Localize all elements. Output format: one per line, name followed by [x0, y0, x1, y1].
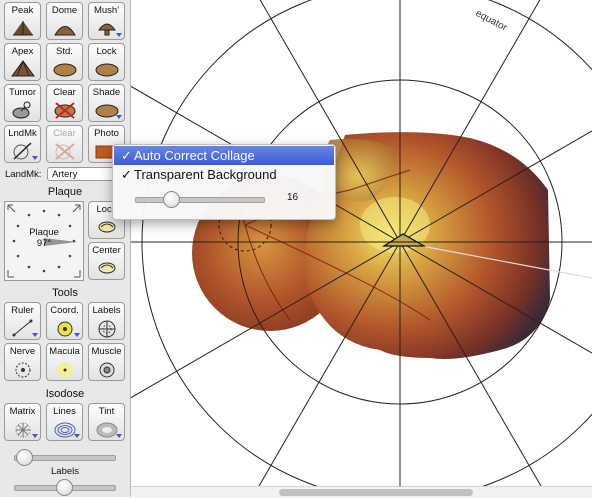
dropdown-triangle [32, 156, 38, 160]
shade-label: Shade [92, 87, 121, 98]
clear-landmark-label: Clear [53, 128, 76, 139]
tint-label: Tint [98, 406, 115, 417]
muscle-label: Muscle [91, 346, 122, 357]
tint-button[interactable]: Tint [88, 403, 125, 441]
clear-landmark-button[interactable]: Clear [46, 125, 83, 163]
peak-icon [13, 21, 33, 36]
lock-button[interactable]: Lock [88, 43, 125, 81]
tumor-label: Tumor [8, 87, 37, 98]
tumor-icon [12, 101, 31, 119]
landmark-button[interactable]: LndMk [4, 125, 41, 163]
apex-label: Apex [11, 46, 34, 57]
coordinate-button[interactable]: Coord. [46, 302, 83, 340]
dome-label: Dome [51, 5, 78, 16]
plaque-center-label: Center [92, 245, 121, 256]
plaque-widget-label: Plaque [29, 227, 59, 238]
isodose-slider-knob[interactable] [16, 449, 33, 466]
plaque-section-header: Plaque [47, 186, 83, 198]
standard-button[interactable]: Std. [46, 43, 83, 81]
landmark-type-select[interactable]: Artery [47, 167, 122, 181]
lock-icon [95, 63, 119, 77]
clear-button[interactable]: Clear [46, 84, 83, 122]
plaque-lock-icon [98, 221, 116, 233]
lines-button[interactable]: Lines [46, 403, 83, 441]
labels-button[interactable]: Labels [88, 302, 125, 340]
plaque-orientation-widget[interactable]: Plaque 97° [4, 201, 84, 281]
landmark-type-value: Artery [52, 169, 78, 180]
dropdown-triangle [74, 434, 80, 438]
nerve-label: Nerve [9, 346, 36, 357]
menu-item-transparent-background[interactable]: ✓ Transparent Background [114, 165, 334, 184]
dome-button[interactable]: Dome [46, 2, 83, 40]
clear-landmark-icon [55, 143, 75, 160]
tools-section-header: Tools [52, 287, 78, 299]
menu-item-auto-correct-collage[interactable]: ✓ Auto Correct Collage [114, 146, 334, 165]
apex-button[interactable]: Apex [4, 43, 41, 81]
transparency-slider-knob[interactable] [162, 191, 180, 208]
matrix-button[interactable]: Matrix [4, 403, 41, 441]
landmark-type-label: LandMk: [5, 169, 42, 180]
lines-label: Lines [53, 406, 76, 417]
transparency-slider-value: 16 [287, 192, 299, 203]
dropdown-triangle [32, 434, 38, 438]
plaque-angle: 97° [36, 238, 52, 249]
mushroom-button[interactable]: Mush' [88, 2, 125, 40]
landmark-tool-label: LndMk [8, 128, 37, 139]
check-icon: ✓ [121, 167, 132, 182]
labels-slider-caption: Labels [51, 466, 79, 477]
clear-icon [54, 102, 76, 119]
macula-icon [57, 362, 73, 378]
fundus-diagram-canvas[interactable]: equator [131, 0, 592, 486]
muscle-button[interactable]: Muscle [88, 343, 125, 381]
check-icon: ✓ [121, 148, 132, 163]
mushroom-label: Mush' [93, 5, 120, 16]
photo-label: Photo [94, 128, 119, 139]
lock-label: Lock [96, 46, 117, 57]
ruler-label: Ruler [11, 305, 34, 316]
nerve-button[interactable]: Nerve [4, 343, 41, 381]
horizontal-scrollbar-thumb[interactable] [279, 489, 473, 496]
coordinate-label: Coord. [50, 305, 79, 316]
ruler-button[interactable]: Ruler [4, 302, 41, 340]
dropdown-triangle [116, 115, 122, 119]
labels-label: Labels [92, 305, 121, 316]
menu-item-label: Transparent Background [134, 167, 277, 182]
macula-button[interactable]: Macula [46, 343, 83, 381]
tool-palette: Peak Dome Mush' Apex Std. Lock Tumor Cle… [0, 0, 131, 497]
menu-item-label: Auto Correct Collage [134, 148, 255, 163]
peak-button[interactable]: Peak [4, 2, 41, 40]
photo-context-menu: ✓ Auto Correct Collage ✓ Transparent Backg… [112, 144, 336, 220]
dropdown-triangle [116, 434, 122, 438]
labels-icon [98, 320, 116, 338]
plaque-center-button[interactable]: Center [88, 242, 125, 280]
dome-icon [54, 26, 76, 36]
transparency-slider-track[interactable] [135, 197, 265, 203]
peak-label: Peak [11, 5, 34, 16]
dropdown-triangle [74, 333, 80, 337]
horizontal-scrollbar[interactable] [131, 486, 592, 498]
dropdown-triangle [32, 333, 38, 337]
standard-icon [53, 63, 77, 77]
macula-label: Macula [49, 346, 80, 357]
dropdown-triangle [116, 33, 122, 37]
standard-label: Std. [56, 46, 73, 57]
muscle-icon [99, 362, 115, 378]
tumor-button[interactable]: Tumor [4, 84, 41, 122]
matrix-label: Matrix [9, 406, 36, 417]
shade-button[interactable]: Shade [88, 84, 125, 122]
clear-label: Clear [53, 87, 76, 98]
labels-slider-knob[interactable] [56, 479, 73, 496]
fundus-diagram: equator [131, 0, 592, 486]
apex-icon [11, 60, 35, 77]
nerve-icon [15, 362, 31, 378]
isodose-section-header: Isodose [45, 388, 85, 400]
equator-label: equator [474, 8, 510, 34]
plaque-center-icon [98, 262, 116, 274]
